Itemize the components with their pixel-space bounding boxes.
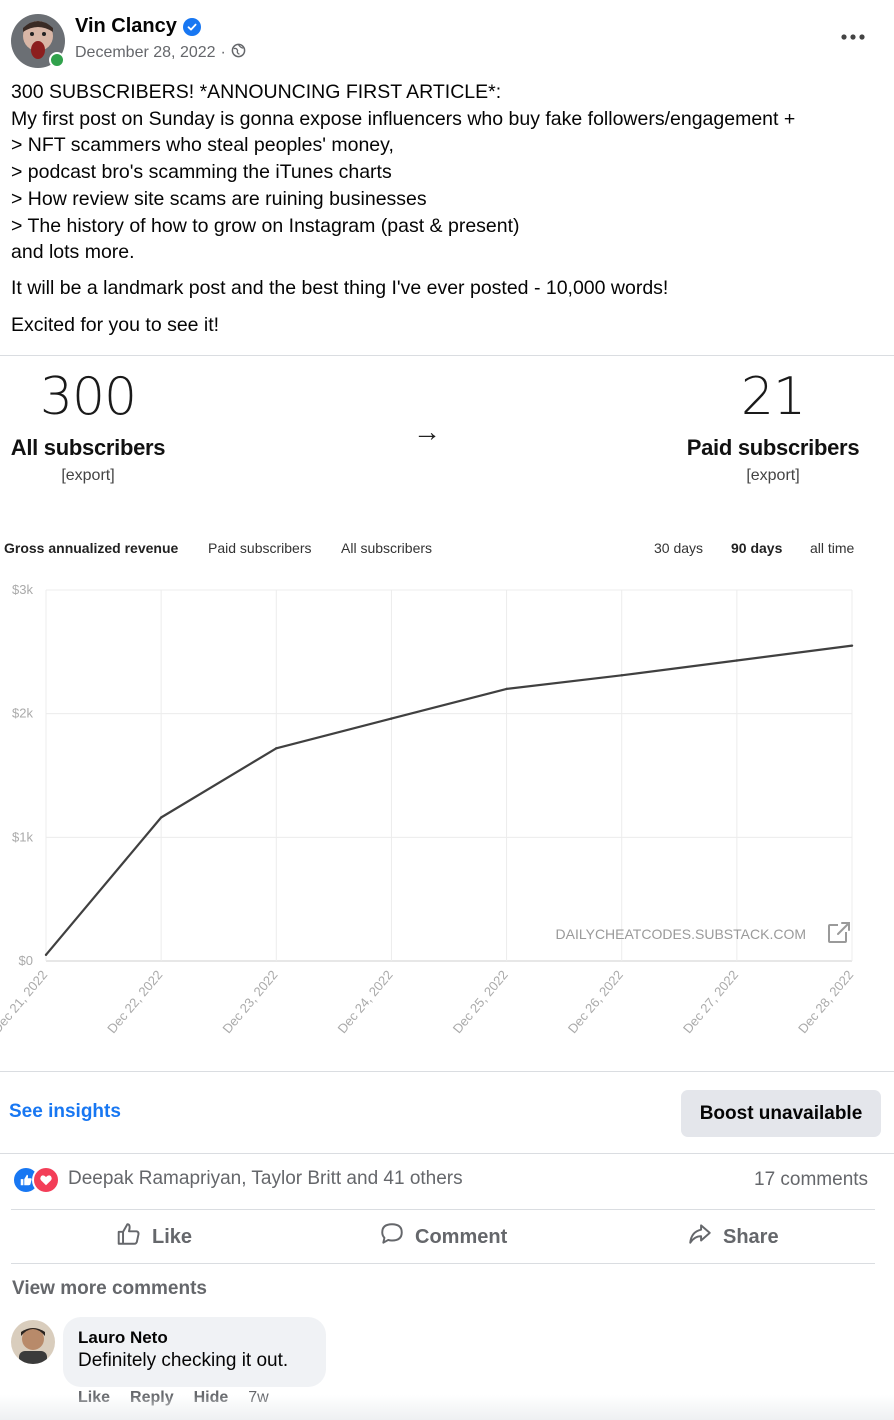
y-tick-label: $0 [19, 953, 33, 968]
like-button[interactable]: Like [116, 1220, 192, 1254]
online-status-dot [49, 52, 65, 68]
data-point [44, 953, 48, 957]
paid-subscribers-label: Paid subscribers [686, 435, 860, 460]
data-point [159, 816, 163, 819]
paid-subscribers-count: 21 [740, 367, 806, 427]
see-insights-link[interactable]: See insights [9, 1101, 121, 1123]
all-subscribers-label: All subscribers [10, 435, 166, 460]
tab-gross-annualized-revenue[interactable]: Gross annualized revenue [4, 540, 178, 556]
tab-30-days[interactable]: 30 days [654, 540, 703, 556]
commenter-name[interactable]: Lauro Neto [78, 1328, 168, 1348]
x-tick-label: Dec 28, 2022 [795, 967, 856, 1036]
reaction-icons [12, 1166, 62, 1194]
comment-label: Comment [415, 1225, 508, 1248]
post-paragraph-3: Excited for you to see it! [11, 314, 220, 336]
tab-paid-subscribers[interactable]: Paid subscribers [208, 540, 312, 556]
data-point [850, 644, 854, 647]
globe-icon[interactable] [231, 43, 246, 63]
data-point [620, 674, 623, 677]
commenter-avatar[interactable] [11, 1320, 55, 1364]
series-line [45, 644, 853, 956]
revenue-chart: $0 $1k $2k $3k Dec 21, 2022 Dec 22, 2022 Dec … [0, 582, 856, 1036]
thumbs-up-icon [116, 1221, 142, 1253]
share-icon [687, 1221, 713, 1253]
love-reaction-icon [32, 1166, 60, 1194]
post-body: 300 SUBSCRIBERS! *ANNOUNCING FIRST ARTIC… [11, 79, 881, 266]
divider [0, 1153, 894, 1154]
post-date[interactable]: December 28, 2022 [75, 44, 216, 62]
bottom-fade [0, 1395, 894, 1420]
post-line: > NFT scammers who steal peoples' money, [11, 134, 394, 157]
divider [0, 1071, 894, 1072]
share-label: Share [723, 1225, 779, 1248]
external-link-icon[interactable] [828, 922, 850, 943]
x-tick-label: Dec 21, 2022 [0, 967, 50, 1036]
post-paragraph-2: It will be a landmark post and the best … [11, 277, 669, 299]
author-name[interactable]: Vin Clancy [75, 15, 177, 38]
comment-text: Definitely checking it out. [78, 1350, 289, 1371]
paid-subscribers-export-link[interactable]: [export] [713, 467, 833, 485]
x-tick-label: Dec 25, 2022 [450, 967, 511, 1036]
tab-all-subscribers[interactable]: All subscribers [341, 540, 432, 556]
all-subscribers-export-link[interactable]: [export] [28, 467, 148, 485]
comments-count[interactable]: 17 comments [754, 1169, 868, 1191]
divider [11, 1209, 875, 1210]
view-more-comments-link[interactable]: View more comments [12, 1278, 207, 1300]
reactions-summary[interactable]: Deepak Ramapriyan, Taylor Britt and 41 o… [12, 1166, 463, 1194]
post-line: My first post on Sunday is gonna expose … [11, 107, 796, 130]
y-tick-label: $2k [12, 706, 33, 721]
share-button[interactable]: Share [687, 1220, 779, 1254]
y-tick-label: $1k [12, 829, 33, 844]
x-tick-label: Dec 24, 2022 [335, 967, 396, 1036]
post-line: > How review site scams are ruining busi… [11, 187, 427, 210]
post-line: and lots more. [11, 241, 135, 264]
tab-all-time[interactable]: all time [810, 540, 854, 556]
boost-button[interactable]: Boost unavailable [681, 1090, 881, 1137]
divider [0, 355, 894, 356]
verified-badge-icon [182, 17, 201, 36]
author-header: Vin Clancy [75, 15, 201, 38]
comment-button[interactable]: Comment [379, 1220, 507, 1254]
all-subscribers-count: 300 [39, 367, 137, 427]
post-line: > The history of how to grow on Instagra… [11, 214, 520, 237]
x-tick-label: Dec 26, 2022 [565, 967, 626, 1036]
post-line: > podcast bro's scamming the iTunes char… [11, 161, 392, 184]
post-line: 300 SUBSCRIBERS! *ANNOUNCING FIRST ARTIC… [11, 81, 502, 103]
data-point [735, 659, 739, 662]
data-point [390, 717, 393, 720]
meta-separator: · [220, 44, 226, 61]
comment-icon [379, 1221, 405, 1253]
data-point [275, 747, 278, 750]
tab-90-days[interactable]: 90 days [731, 540, 782, 556]
like-label: Like [152, 1225, 193, 1248]
x-tick-label: Dec 22, 2022 [104, 967, 165, 1036]
x-tick-label: Dec 23, 2022 [219, 967, 280, 1036]
y-tick-label: $3k [12, 582, 33, 597]
reactions-names[interactable]: Deepak Ramapriyan, Taylor Britt and 41 o… [68, 1168, 463, 1190]
more-options-icon[interactable] [836, 22, 870, 52]
arrow-right-icon: → [413, 416, 441, 447]
chart-watermark: DAILYCHEATCODES.SUBSTACK.COM [556, 926, 806, 942]
post-meta: December 28, 2022 · [75, 43, 246, 63]
divider [11, 1263, 875, 1264]
x-tick-label: Dec 27, 2022 [680, 967, 741, 1036]
data-point [505, 687, 508, 691]
